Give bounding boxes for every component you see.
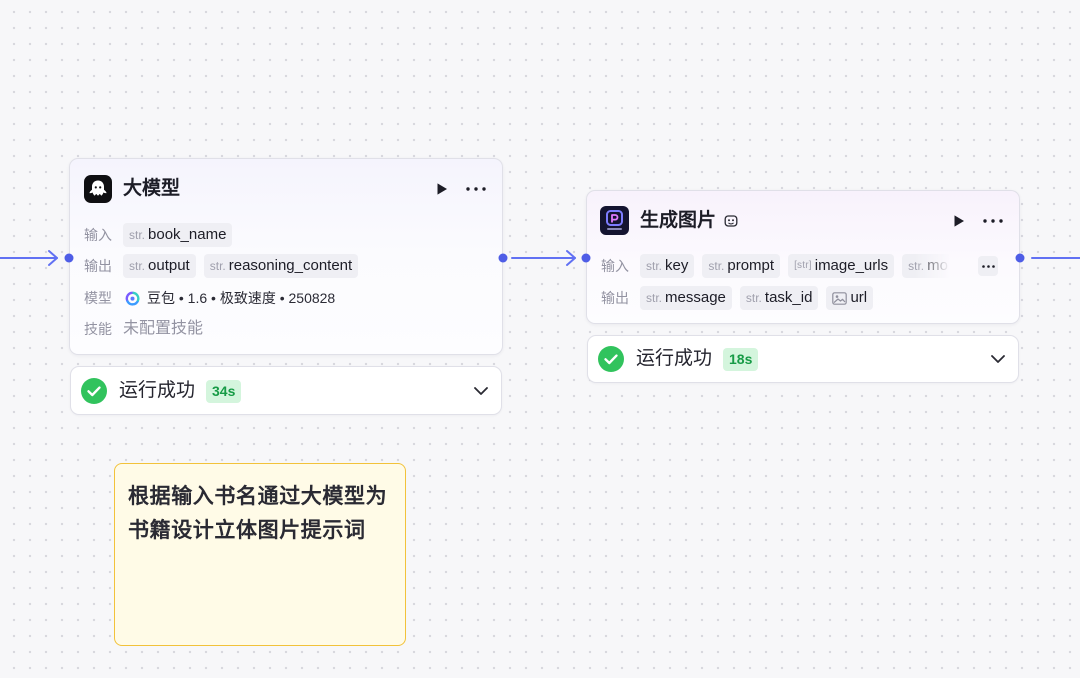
skill-label: 技能 xyxy=(84,321,112,337)
tag-type: str. xyxy=(708,259,725,273)
variable-tag: str. key xyxy=(640,254,695,278)
duration-badge: 18s xyxy=(723,348,759,371)
image-type-icon xyxy=(832,291,848,305)
tag-name: mo xyxy=(927,257,948,274)
image-generation-input-port[interactable] xyxy=(581,253,591,263)
tag-name: task_id xyxy=(764,289,813,306)
llm-node[interactable]: 大模型 输入 str. book_name 输出 str. output str… xyxy=(69,158,503,355)
llm-input-port[interactable] xyxy=(64,253,74,263)
tag-type: str. xyxy=(129,259,146,273)
chevron-down-icon xyxy=(991,355,1005,363)
variable-tag: str. message xyxy=(640,286,732,310)
expand-status-button[interactable] xyxy=(988,349,1008,369)
image-generation-output-port[interactable] xyxy=(1015,253,1025,263)
run-node-button[interactable] xyxy=(948,210,970,232)
tag-type: str. xyxy=(646,291,663,305)
tag-name: prompt xyxy=(727,257,775,274)
variable-tag: [str] image_urls xyxy=(788,254,895,278)
output-row: 输出 str. message str. task_id url xyxy=(601,286,874,310)
variable-tag: url xyxy=(826,286,874,310)
play-icon xyxy=(954,215,964,227)
input-label: 输入 xyxy=(84,227,112,243)
model-label: 模型 xyxy=(84,290,112,306)
play-icon xyxy=(437,183,447,195)
check-circle-icon xyxy=(81,378,107,404)
model-value: 豆包 • 1.6 • 极致速度 • 250828 xyxy=(147,290,336,306)
check-circle-icon xyxy=(598,346,624,372)
chevron-down-icon xyxy=(474,387,488,395)
tag-type: str. xyxy=(129,228,146,242)
tag-type: str. xyxy=(646,259,663,273)
tag-name: output xyxy=(148,257,190,274)
status-text: 运行成功 xyxy=(119,380,196,401)
workflow-canvas[interactable]: 大模型 输入 str. book_name 输出 str. output str… xyxy=(0,0,1080,678)
node-title: 大模型 xyxy=(123,178,181,199)
image-generation-plugin-icon xyxy=(600,206,629,235)
node-title-wrap: 生成图片 xyxy=(640,208,738,234)
tag-type: str. xyxy=(745,291,762,305)
input-tags: str. key str. prompt [str] image_urls st… xyxy=(640,254,958,278)
expand-status-button[interactable] xyxy=(471,381,491,401)
tag-type: str. xyxy=(908,259,925,273)
tag-name: book_name xyxy=(148,226,227,243)
skill-row: 技能 未配置技能 xyxy=(84,317,203,341)
variable-tag: str. output xyxy=(123,254,196,278)
output-tags: str. output str. reasoning_content xyxy=(123,254,359,278)
image-generation-run-status[interactable]: 运行成功 18s xyxy=(587,335,1019,383)
output-label: 输出 xyxy=(84,258,112,274)
model-row: 模型 豆包 • 1.6 • 极致速度 • 250828 xyxy=(84,286,335,310)
more-icon xyxy=(981,264,995,268)
input-row: 输入 str. key str. prompt [str] image_urls… xyxy=(601,254,958,278)
tag-name: url xyxy=(850,289,868,306)
llm-ghost-icon xyxy=(84,175,112,203)
doubao-icon xyxy=(125,291,140,306)
edge-incoming[interactable] xyxy=(0,250,58,266)
plugin-badge-icon xyxy=(724,215,738,227)
output-tags: str. message str. task_id url xyxy=(640,286,874,310)
show-more-inputs-button[interactable] xyxy=(978,256,998,276)
tag-name: reasoning_content xyxy=(228,257,353,274)
input-row: 输入 str. book_name xyxy=(84,223,233,247)
llm-run-status[interactable]: 运行成功 34s xyxy=(70,366,502,415)
node-title-wrap: 大模型 xyxy=(123,176,180,202)
run-node-button[interactable] xyxy=(431,178,453,200)
variable-tag: str. task_id xyxy=(739,286,819,310)
image-generation-node[interactable]: 生成图片 输入 str. key str. prompt [str] image… xyxy=(586,190,1020,324)
more-icon xyxy=(466,187,486,191)
sticky-note[interactable]: 根据输入书名通过大模型为 书籍设计立体图片提示词 xyxy=(114,463,406,646)
llm-output-port[interactable] xyxy=(498,253,508,263)
input-label: 输入 xyxy=(601,258,629,274)
variable-tag-truncated: str. mo xyxy=(902,254,954,278)
note-text-line: 书籍设计立体图片提示词 xyxy=(128,519,366,542)
tag-type: str. xyxy=(209,259,226,273)
tag-name: image_urls xyxy=(814,257,889,274)
node-menu-button[interactable] xyxy=(982,210,1004,232)
note-text-line: 根据输入书名通过大模型为 xyxy=(128,485,388,508)
tag-name: key xyxy=(665,257,689,274)
output-label: 输出 xyxy=(601,290,629,306)
duration-badge: 34s xyxy=(206,380,242,403)
variable-tag: str. prompt xyxy=(702,254,781,278)
node-title: 生成图片 xyxy=(640,210,717,231)
more-icon xyxy=(983,219,1003,223)
input-tags: str. book_name xyxy=(123,223,233,247)
output-row: 输出 str. output str. reasoning_content xyxy=(84,254,359,278)
variable-tag: str. reasoning_content xyxy=(203,254,359,278)
node-menu-button[interactable] xyxy=(465,178,487,200)
skill-value: 未配置技能 xyxy=(123,320,204,337)
edge-llm-to-image[interactable] xyxy=(511,250,576,266)
tag-type: [str] xyxy=(794,260,812,271)
variable-tag: str. book_name xyxy=(123,223,233,247)
tag-name: message xyxy=(665,289,726,306)
status-text: 运行成功 xyxy=(636,348,713,369)
